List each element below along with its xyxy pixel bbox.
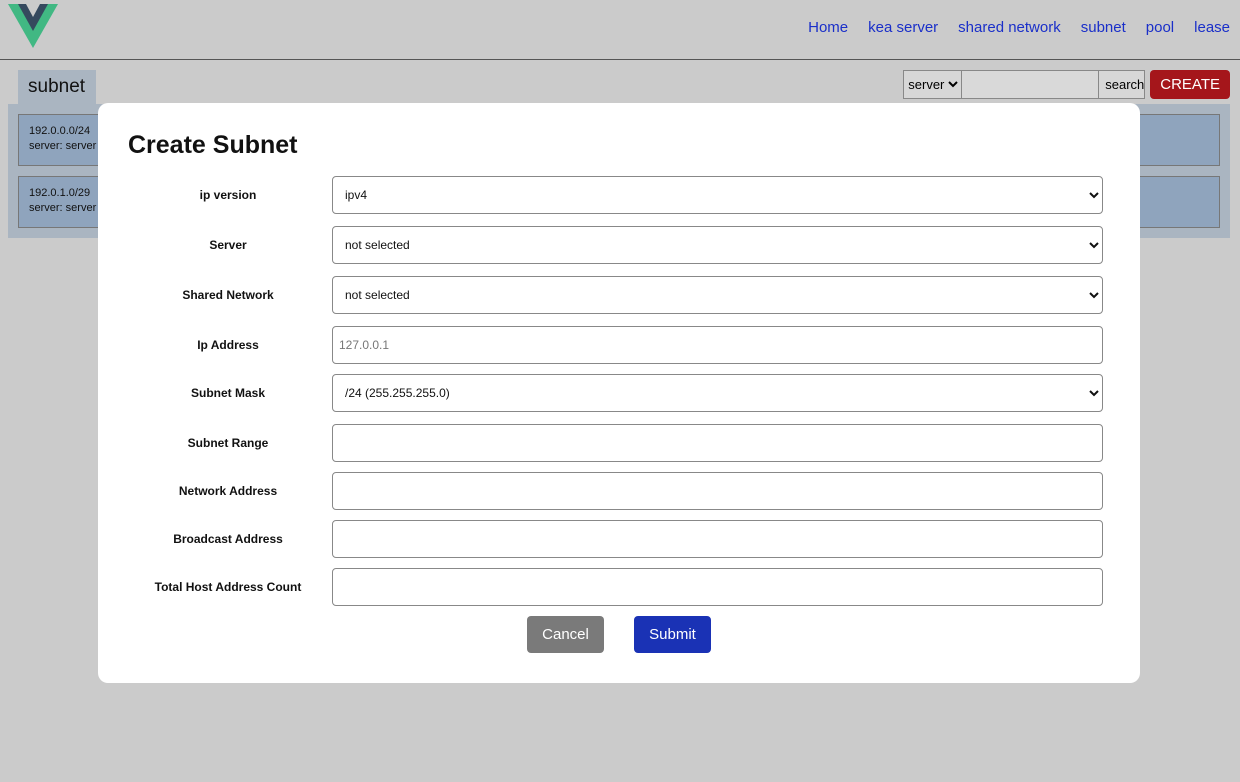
shared-network-select[interactable]: not selected: [332, 276, 1103, 314]
server-label: Server: [209, 238, 247, 252]
network-address-row: Network Address: [98, 472, 1140, 510]
ip-version-select[interactable]: ipv4: [332, 176, 1103, 214]
search-scope-select[interactable]: server: [904, 71, 963, 98]
server-select[interactable]: not selected: [332, 226, 1103, 264]
ip-version-label: ip version: [199, 188, 257, 202]
modal-actions: Cancel Submit: [98, 616, 1140, 653]
search-button[interactable]: search: [1098, 71, 1144, 98]
ip-address-input[interactable]: [332, 326, 1103, 364]
server-row: Server not selected: [98, 226, 1140, 264]
toolbar: server search CREATE: [903, 70, 1230, 99]
nav-link-lease[interactable]: lease: [1194, 19, 1230, 36]
shared-network-label: Shared Network: [182, 288, 274, 302]
page-title: subnet: [18, 70, 96, 104]
subnet-mask-row: Subnet Mask /24 (255.255.255.0): [98, 374, 1140, 412]
create-button[interactable]: CREATE: [1150, 70, 1230, 99]
broadcast-address-label: Broadcast Address: [173, 532, 283, 546]
shared-network-row: Shared Network not selected: [98, 276, 1140, 314]
subnet-mask-label: Subnet Mask: [190, 386, 265, 400]
create-subnet-modal: Create Subnet ip version ipv4 Server not…: [98, 103, 1140, 683]
vue-logo-icon[interactable]: [8, 4, 58, 48]
nav-link-home[interactable]: Home: [808, 19, 848, 36]
app-header: Home kea server shared network subnet po…: [0, 0, 1240, 60]
network-address-label: Network Address: [178, 484, 278, 498]
nav-link-subnet[interactable]: subnet: [1081, 19, 1126, 36]
subnet-range-label: Subnet Range: [187, 436, 269, 450]
cancel-button[interactable]: Cancel: [527, 616, 604, 653]
ip-address-row: Ip Address: [98, 326, 1140, 364]
total-host-count-input[interactable]: [332, 568, 1103, 606]
ip-address-label: Ip Address: [197, 338, 259, 352]
main-nav: Home kea server shared network subnet po…: [788, 19, 1230, 36]
broadcast-address-input[interactable]: [332, 520, 1103, 558]
modal-title: Create Subnet: [128, 131, 298, 159]
total-host-count-label: Total Host Address Count: [154, 580, 302, 594]
subnet-mask-select[interactable]: /24 (255.255.255.0): [332, 374, 1103, 412]
nav-link-kea-server[interactable]: kea server: [868, 19, 938, 36]
total-host-count-row: Total Host Address Count: [98, 568, 1140, 606]
broadcast-address-row: Broadcast Address: [98, 520, 1140, 558]
nav-link-shared-network[interactable]: shared network: [958, 19, 1061, 36]
ip-version-row: ip version ipv4: [98, 176, 1140, 214]
search-input[interactable]: [962, 71, 1099, 98]
subnet-range-input[interactable]: [332, 424, 1103, 462]
submit-button[interactable]: Submit: [634, 616, 711, 653]
nav-link-pool[interactable]: pool: [1146, 19, 1174, 36]
network-address-input[interactable]: [332, 472, 1103, 510]
subnet-range-row: Subnet Range: [98, 424, 1140, 462]
search-box: server search: [903, 70, 1146, 99]
